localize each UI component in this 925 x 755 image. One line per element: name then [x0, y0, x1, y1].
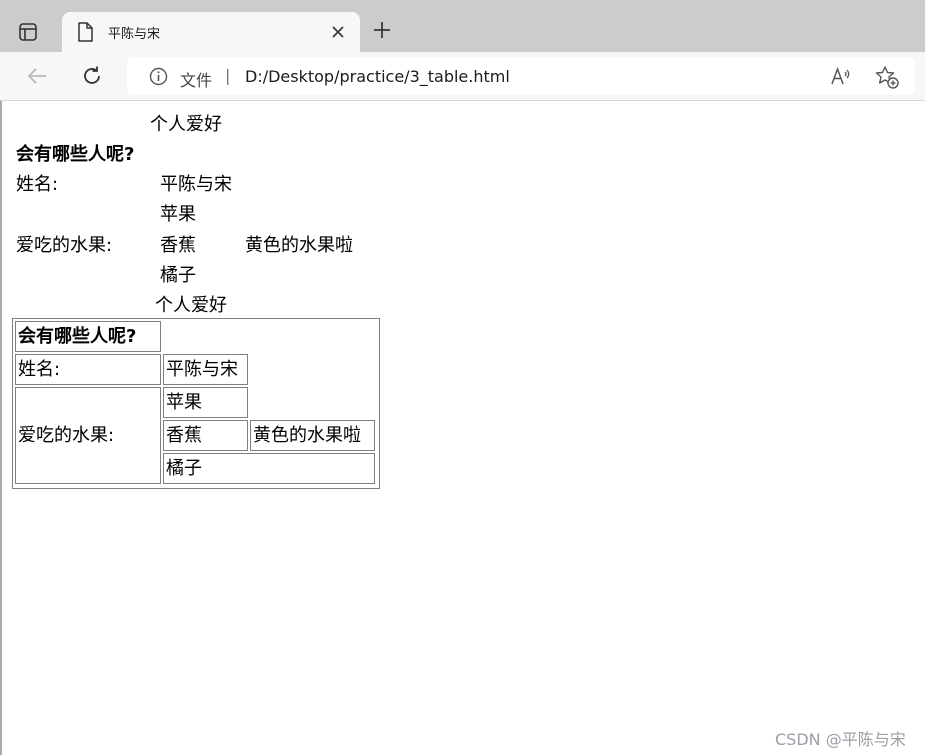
refresh-icon[interactable] [81, 65, 103, 87]
new-tab-icon[interactable] [372, 20, 392, 40]
name-value-cell: 平陈与宋 [163, 354, 248, 385]
table-caption: 个人爱好 [150, 114, 222, 135]
tab-actions-button[interactable] [10, 16, 46, 48]
active-tab[interactable]: 平陈与宋 [62, 12, 360, 52]
fruit-apple: 苹果 [160, 204, 196, 225]
fruit-apple-cell: 苹果 [163, 387, 248, 418]
fruit-orange: 橘子 [160, 265, 196, 286]
fruit-orange: 橘子 [166, 457, 202, 479]
fruit-banana-cell: 香蕉 [163, 420, 248, 451]
back-arrow-icon[interactable] [26, 65, 48, 87]
tab-actions-icon [19, 23, 37, 41]
address-bar[interactable]: 文件 | D:/Desktop/practice/3_table.html [127, 57, 915, 95]
fruit-banana: 香蕉 [160, 235, 196, 256]
bordered-table: 会有哪些人呢? 姓名: 平陈与宋 爱吃的水果: 苹果 香蕉 黄色的水果啦 橘子 [12, 318, 380, 489]
table-header: 会有哪些人呢? [16, 144, 135, 165]
csdn-watermark: CSDN @平陈与宋 [775, 730, 906, 749]
page-content: 个人爱好 会有哪些人呢? 姓名: 平陈与宋 苹果 爱吃的水果: 香蕉 黄色的水果… [0, 101, 925, 755]
read-aloud-icon[interactable] [830, 66, 852, 86]
table-header: 会有哪些人呢? [18, 325, 137, 347]
address-scheme-label: 文件 [180, 71, 213, 90]
fruit-apple: 苹果 [166, 391, 202, 413]
file-icon [78, 22, 93, 42]
address-url[interactable]: D:/Desktop/practice/3_table.html [245, 67, 510, 86]
name-label: 姓名: [18, 358, 61, 380]
info-icon[interactable] [149, 67, 168, 86]
add-favorite-icon[interactable] [875, 65, 899, 89]
tab-strip: 平陈与宋 [0, 0, 925, 52]
banana-note-cell: 黄色的水果啦 [250, 420, 375, 451]
name-value: 平陈与宋 [160, 174, 232, 195]
bordered-table-caption: 个人爱好 [155, 295, 227, 316]
fruit-label: 爱吃的水果: [18, 424, 115, 446]
table-header-cell: 会有哪些人呢? [15, 321, 161, 352]
fruit-label: 爱吃的水果: [16, 235, 113, 256]
fruit-orange-cell: 橘子 [163, 453, 375, 484]
fruit-banana: 香蕉 [166, 424, 202, 446]
tab-title: 平陈与宋 [108, 27, 161, 42]
name-label: 姓名: [16, 174, 59, 195]
name-label-cell: 姓名: [15, 354, 161, 385]
close-icon[interactable] [330, 24, 346, 40]
banana-note: 黄色的水果啦 [245, 235, 353, 256]
address-separator: | [225, 66, 231, 85]
fruit-label-cell: 爱吃的水果: [15, 387, 161, 484]
banana-note: 黄色的水果啦 [253, 424, 361, 446]
browser-toolbar: 文件 | D:/Desktop/practice/3_table.html [0, 52, 925, 101]
browser-window: 平陈与宋 文件 | D:/Desktop/practice/3_table.ht… [0, 0, 925, 755]
name-value: 平陈与宋 [166, 358, 238, 380]
